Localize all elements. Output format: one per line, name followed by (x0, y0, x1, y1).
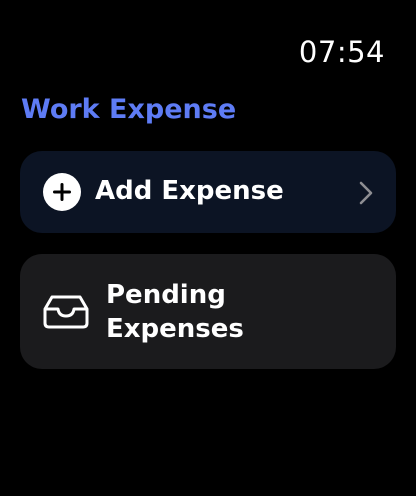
plus-circle-icon (43, 173, 81, 211)
chevron-right-icon (359, 181, 373, 205)
watch-screen: 07:54 Work Expense Add Expense Pending E… (0, 0, 416, 496)
pending-expenses-button[interactable]: Pending Expenses (20, 254, 396, 369)
add-expense-button[interactable]: Add Expense (20, 151, 396, 233)
status-time: 07:54 (298, 35, 385, 69)
page-title: Work Expense (21, 94, 237, 125)
pending-expenses-label: Pending Expenses (106, 280, 244, 344)
inbox-tray-icon (43, 295, 89, 329)
add-expense-label: Add Expense (95, 176, 284, 206)
